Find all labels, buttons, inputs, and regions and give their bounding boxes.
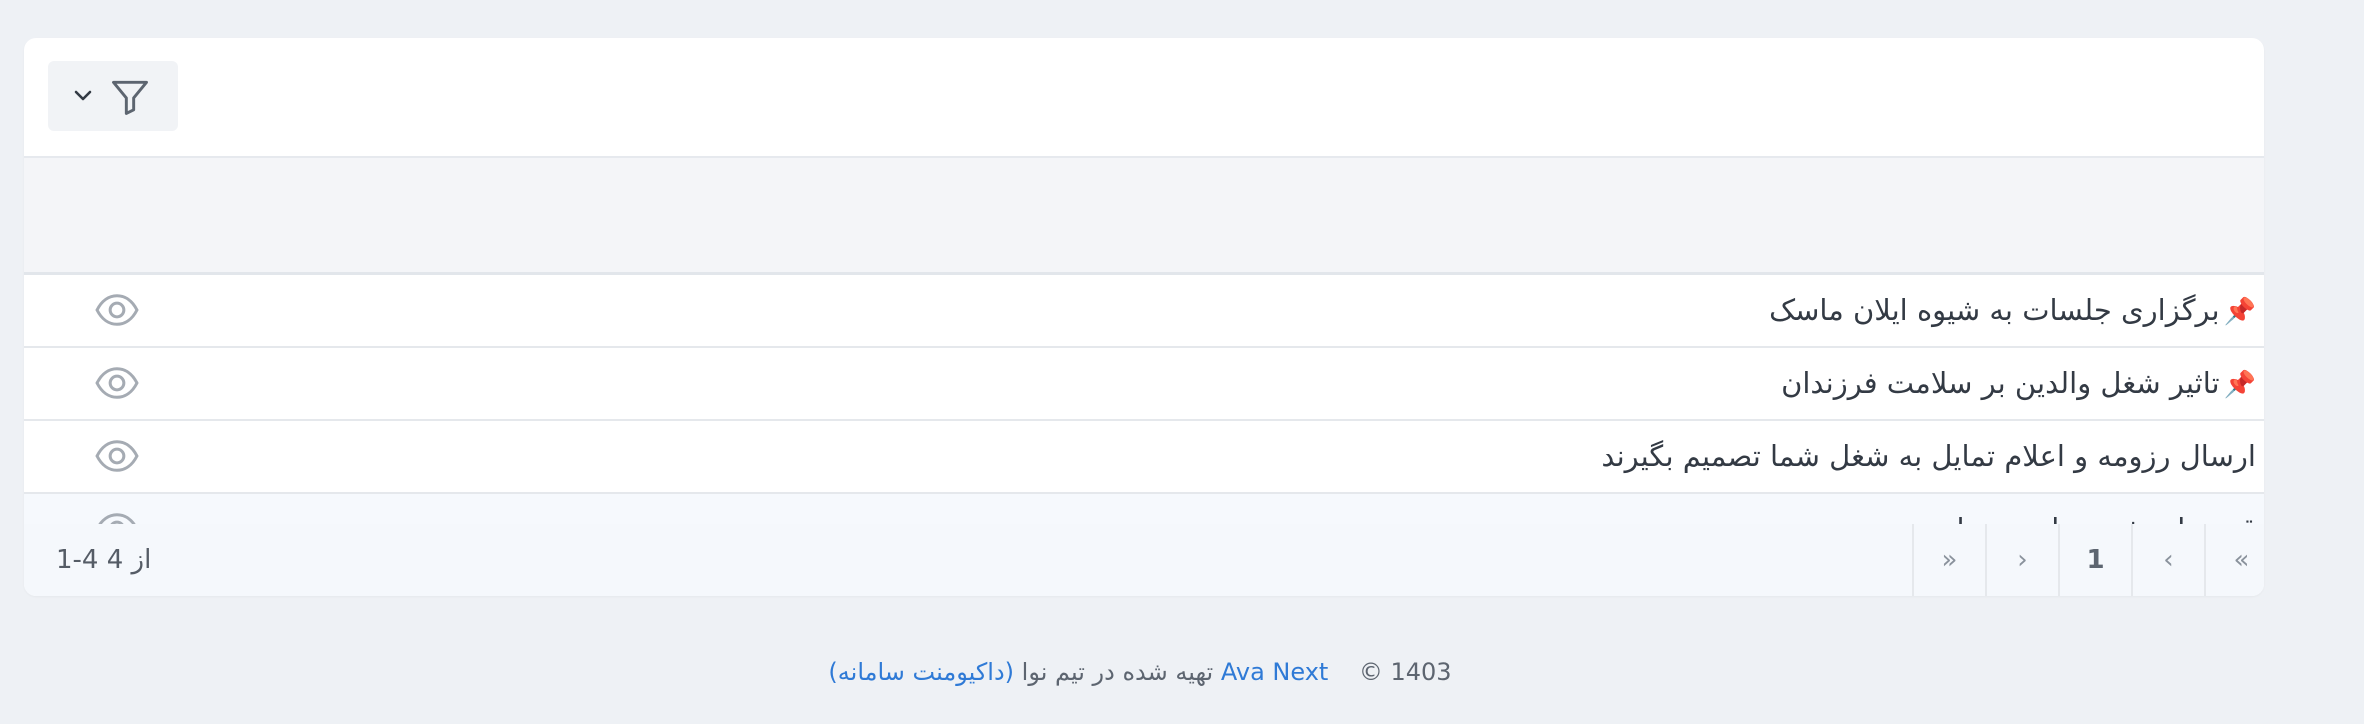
pagination: » › 1 ‹ « — [1912, 524, 2264, 596]
eye-icon[interactable] — [94, 291, 140, 329]
pagination-bar: 1-4 از 4 » › 1 ‹ « — [24, 524, 2264, 596]
eye-icon[interactable] — [94, 437, 140, 475]
copyright: (داکیومنت سامانه) تهیه شده در تیم نوا Av… — [0, 658, 2280, 686]
table-row[interactable]: ارسال رزومه و اعلام تمایل به شغل شما تصم… — [24, 421, 2264, 494]
row-title[interactable]: ارسال رزومه و اعلام تمایل به شغل شما تصم… — [1601, 421, 2256, 492]
pin-icon: 📌 — [2223, 370, 2256, 400]
funnel-icon — [112, 80, 148, 115]
filter-button[interactable] — [48, 61, 178, 131]
row-title[interactable]: 📌تاثیر شغل والدین بر سلامت فرزندان — [1781, 348, 2256, 419]
chevron-down-icon — [74, 90, 92, 101]
pin-icon: 📌 — [2223, 297, 2256, 327]
first-page-button[interactable]: « — [2204, 524, 2264, 596]
last-page-button[interactable]: » — [1912, 524, 1985, 596]
toolbar — [24, 38, 2264, 158]
list-card: 📌برگزاری جلسات به شیوه ایلان ماسک 📌تاثیر… — [24, 38, 2264, 596]
copyright-year: © 1403 — [1358, 658, 1452, 686]
page-number-button[interactable]: 1 — [2058, 524, 2131, 596]
table-header — [24, 158, 2264, 275]
row-title[interactable]: 📌برگزاری جلسات به شیوه ایلان ماسک — [1769, 275, 2256, 346]
brand-link[interactable]: Ava Next — [1221, 658, 1328, 686]
table-row[interactable]: 📌برگزاری جلسات به شیوه ایلان ماسک — [24, 275, 2264, 348]
eye-icon[interactable] — [94, 364, 140, 402]
made-by-text: تهیه شده در تیم نوا — [1021, 658, 1214, 686]
next-page-button[interactable]: › — [1985, 524, 2058, 596]
prev-page-button[interactable]: ‹ — [2131, 524, 2204, 596]
docs-link[interactable]: (داکیومنت سامانه) — [828, 658, 1014, 686]
table-row[interactable]: 📌تاثیر شغل والدین بر سلامت فرزندان — [24, 348, 2264, 421]
pagination-range: 1-4 از 4 — [56, 545, 152, 575]
